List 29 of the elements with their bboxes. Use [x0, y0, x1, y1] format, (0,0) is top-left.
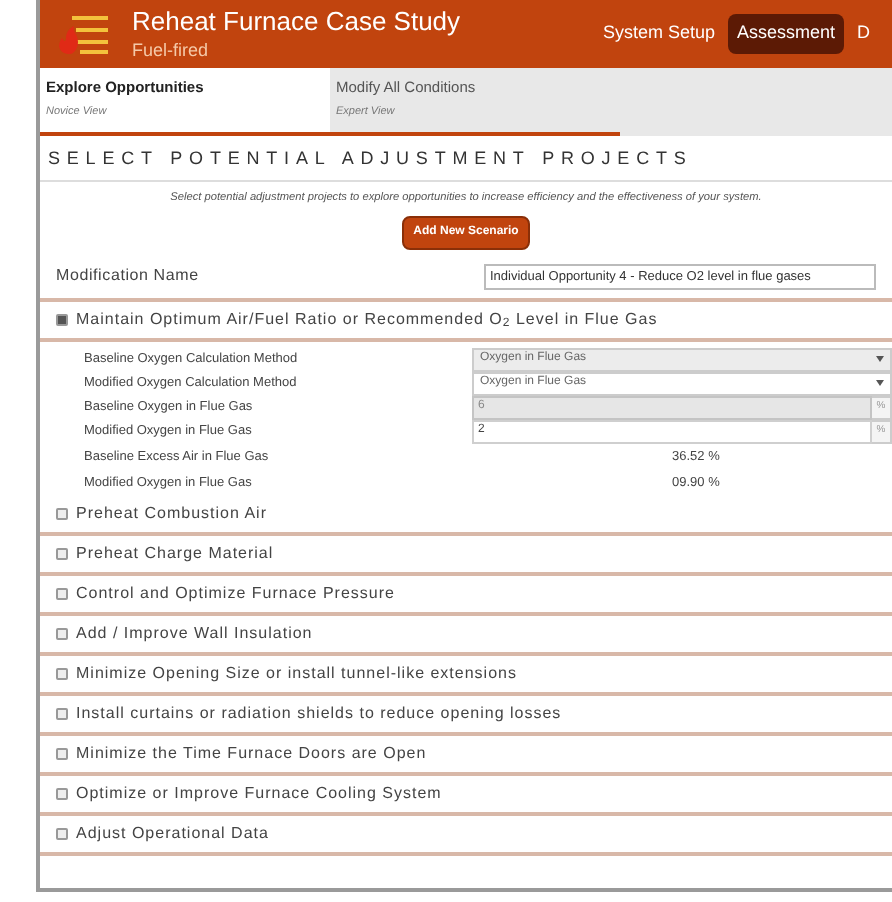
- opportunity-label: Maintain Optimum Air/Fuel Ratio or Recommended O$_{2}$ Level in Flue Gas: [76, 307, 658, 332]
- opportunity-label: Optimize or Improve Furnace Cooling System: [76, 781, 442, 806]
- opportunity-label: Install curtains or radiation shields to reduce opening losses: [76, 701, 562, 726]
- checkbox[interactable]: [56, 827, 68, 840]
- opportunity-label: Minimize the Time Furnace Doors are Open: [76, 741, 427, 766]
- caret-icon: [876, 380, 884, 387]
- nav-tab[interactable]: D: [851, 14, 876, 54]
- opportunity-label: Control and Optimize Furnace Pressure: [76, 581, 395, 606]
- checkbox[interactable]: [56, 707, 68, 720]
- checkbox[interactable]: [56, 587, 68, 600]
- opportunity-label: Preheat Charge Material: [76, 541, 274, 566]
- checkbox[interactable]: [56, 627, 68, 640]
- checkbox[interactable]: [56, 787, 68, 800]
- opportunity-label: Minimize Opening Size or install tunnel-like extensions: [76, 661, 517, 686]
- checkbox[interactable]: [56, 667, 68, 680]
- app-subtitle: Fuel-fired: [132, 39, 211, 62]
- checkbox[interactable]: [56, 507, 68, 520]
- checkbox[interactable]: [56, 747, 68, 760]
- opportunity-label: Adjust Operational Data: [76, 821, 269, 846]
- section-title: SELECT POTENTIAL ADJUSTMENT PROJECTS: [40, 140, 892, 181]
- field-label: Modification Name: [56, 264, 201, 289]
- opportunity-label: Add / Improve Wall Insulation: [76, 621, 313, 646]
- checkbox[interactable]: [56, 547, 68, 560]
- nav-tab[interactable]: Assessment: [728, 14, 843, 54]
- nav-tab[interactable]: System Setup: [596, 14, 721, 54]
- opportunity-label: Preheat Combustion Air: [76, 501, 267, 526]
- checkbox[interactable]: [56, 313, 68, 326]
- app-title: Reheat Furnace Case Study: [132, 6, 461, 39]
- caret-icon: [876, 356, 884, 363]
